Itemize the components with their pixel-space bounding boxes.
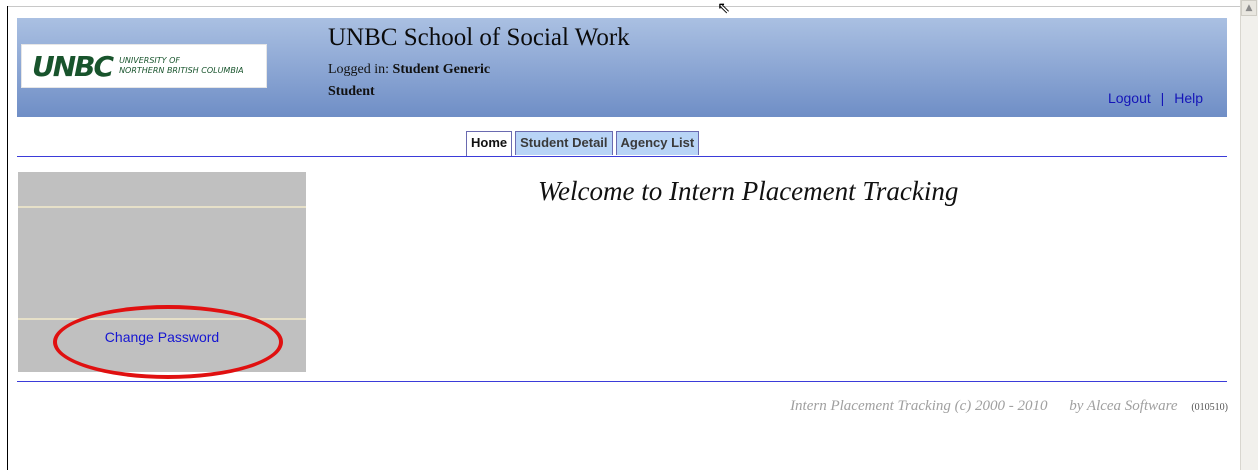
user-role: Student bbox=[328, 84, 375, 99]
footer-vendor: by Alcea Software bbox=[1069, 398, 1178, 414]
footer-copyright: Intern Placement Tracking (c) 2000 - 201… bbox=[790, 398, 1048, 414]
vertical-scrollbar[interactable] bbox=[1240, 0, 1258, 470]
window-top-border bbox=[7, 6, 1240, 7]
footer-version-code: (010510) bbox=[1191, 402, 1228, 413]
logo-line-2: NORTHERN BRITISH COLUMBIA bbox=[119, 66, 244, 75]
logo-text: UNIVERSITY OF NORTHERN BRITISH COLUMBIA bbox=[119, 56, 244, 76]
sidebar-divider bbox=[18, 206, 306, 208]
welcome-heading: Welcome to Intern Placement Tracking bbox=[538, 176, 959, 206]
scroll-up-arrow-icon[interactable]: ▲ bbox=[1241, 0, 1257, 16]
unbc-logo: UNBC UNIVERSITY OF NORTHERN BRITISH COLU… bbox=[21, 44, 267, 88]
logged-in-line: Logged in: Student Generic bbox=[328, 62, 490, 78]
window-left-border bbox=[7, 6, 8, 470]
logo-line-1: UNIVERSITY OF bbox=[119, 56, 180, 65]
tab-student-detail[interactable]: Student Detail bbox=[515, 131, 613, 155]
tab-divider bbox=[17, 156, 1227, 157]
logout-link[interactable]: Logout bbox=[1108, 90, 1151, 106]
logo-mark: UNBC bbox=[32, 49, 114, 83]
highlight-ellipse bbox=[53, 305, 283, 379]
app-title: UNBC School of Social Work bbox=[328, 24, 630, 51]
logged-in-label: Logged in: bbox=[328, 62, 390, 77]
tab-agency-list[interactable]: Agency List bbox=[615, 131, 700, 155]
app-header: UNBC UNIVERSITY OF NORTHERN BRITISH COLU… bbox=[17, 18, 1227, 117]
footer-divider bbox=[17, 381, 1227, 382]
mouse-pointer-icon: ⇖ bbox=[717, 0, 731, 17]
header-links: Logout | Help bbox=[1108, 90, 1203, 106]
link-separator: | bbox=[1160, 90, 1165, 106]
footer: Intern Placement Tracking (c) 2000 - 201… bbox=[790, 398, 1228, 415]
tab-home[interactable]: Home bbox=[466, 131, 513, 157]
logged-in-user: Student Generic bbox=[392, 62, 491, 77]
tab-bar: Home Student Detail Agency List bbox=[466, 131, 700, 157]
help-link[interactable]: Help bbox=[1174, 90, 1203, 106]
